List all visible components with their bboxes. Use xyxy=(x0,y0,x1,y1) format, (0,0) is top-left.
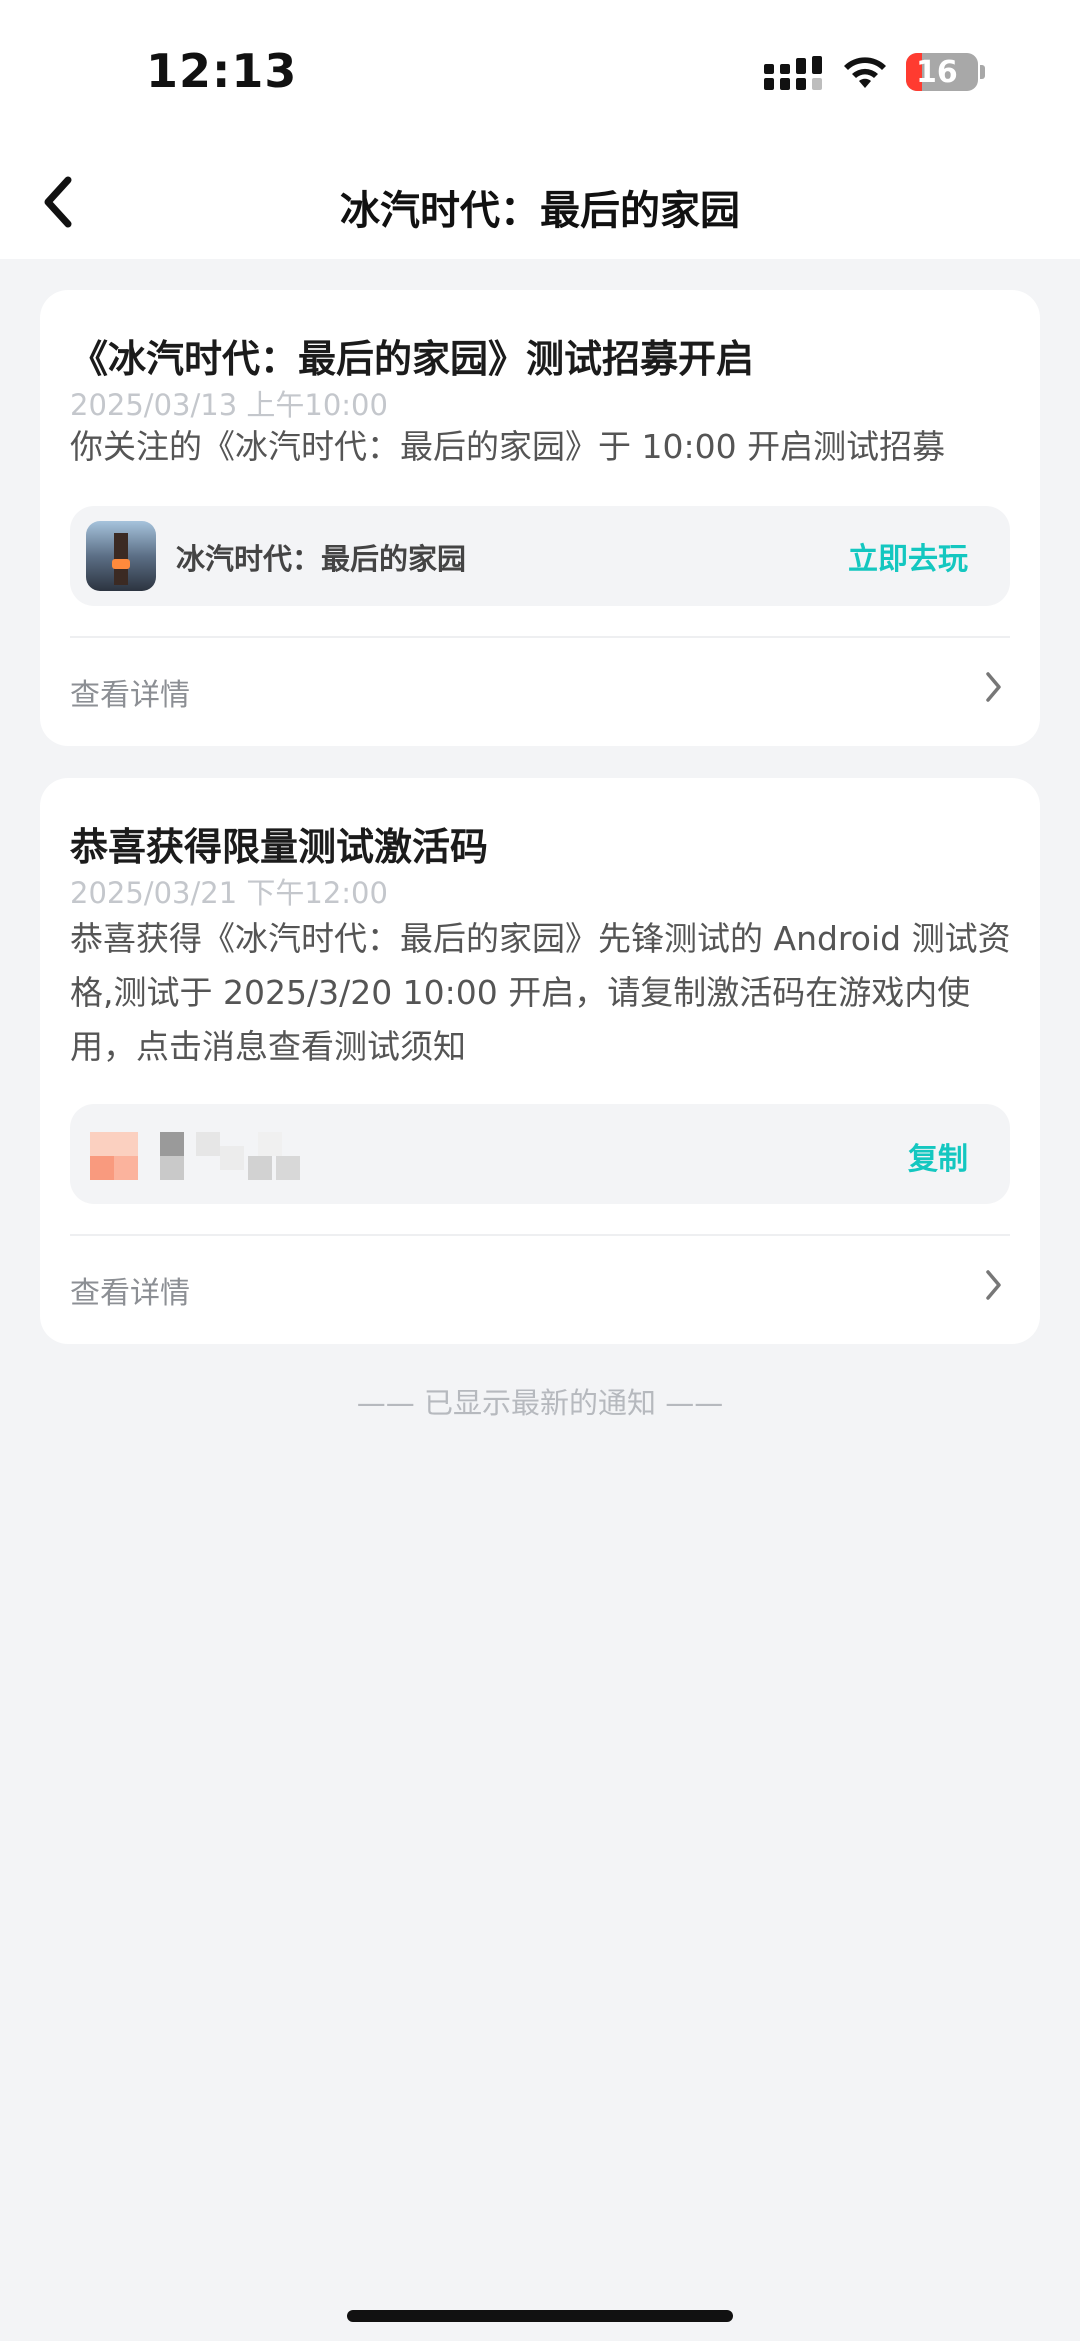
home-indicator[interactable] xyxy=(347,2310,733,2322)
notification-card[interactable]: 《冰汽时代：最后的家园》测试招募开启 2025/03/13 上午10:00 你关… xyxy=(40,290,1040,746)
chevron-right-icon xyxy=(986,1270,1001,1300)
game-row[interactable]: 冰汽时代：最后的家园 立即去玩 xyxy=(70,506,1010,606)
header: 12:13 16 冰汽时代：最后的家园 xyxy=(0,0,1080,259)
notification-body: 你关注的《冰汽时代：最后的家园》于 10:00 开启测试招募 xyxy=(70,427,946,466)
notification-date: 2025/03/13 上午10:00 xyxy=(70,388,388,422)
battery-icon: 16 xyxy=(906,53,985,91)
view-details-link[interactable]: 查看详情 xyxy=(70,670,190,714)
game-name: 冰汽时代：最后的家园 xyxy=(176,542,467,576)
game-icon xyxy=(86,521,156,591)
notification-title: 《冰汽时代：最后的家园》测试招募开启 xyxy=(70,337,755,381)
copy-button[interactable]: 复制 xyxy=(908,1134,968,1178)
wifi-icon xyxy=(844,57,886,88)
notification-date: 2025/03/21 下午12:00 xyxy=(70,876,388,910)
redacted-activation-code xyxy=(90,1132,310,1182)
battery-level: 16 xyxy=(916,55,958,90)
chevron-right-icon xyxy=(986,672,1001,702)
page-title: 冰汽时代：最后的家园 xyxy=(340,188,740,234)
divider xyxy=(70,1234,1010,1236)
cellular-signal-icon xyxy=(764,56,822,90)
status-time: 12:13 xyxy=(146,44,298,98)
divider xyxy=(70,636,1010,638)
view-details-link[interactable]: 查看详情 xyxy=(70,1268,190,1312)
notification-card[interactable]: 恭喜获得限量测试激活码 2025/03/21 下午12:00 恭喜获得《冰汽时代… xyxy=(40,778,1040,1344)
play-now-button[interactable]: 立即去玩 xyxy=(848,534,968,578)
end-of-list-note: —— 已显示最新的通知 —— xyxy=(356,1386,724,1420)
activation-code-row: 复制 xyxy=(70,1104,1010,1204)
notification-title: 恭喜获得限量测试激活码 xyxy=(70,825,489,869)
notification-body: 恭喜获得《冰汽时代：最后的家园》先锋测试的 Android 测试资格,测试于 2… xyxy=(70,919,1011,1066)
